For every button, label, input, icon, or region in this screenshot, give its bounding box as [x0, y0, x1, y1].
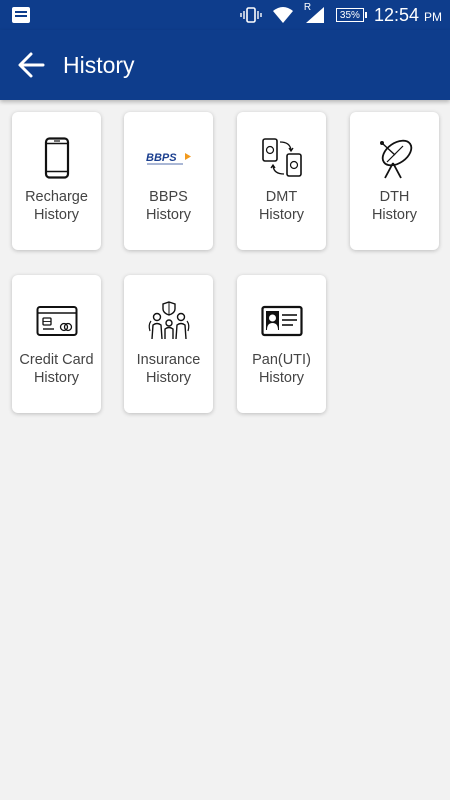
tile-recharge-history[interactable]: Recharge History	[12, 112, 101, 250]
tile-label-line2: History	[33, 370, 80, 386]
roaming-indicator: R	[303, 2, 312, 13]
tile-label-line2: History	[371, 207, 418, 223]
tile-label-line1: BBPS	[149, 189, 188, 205]
battery-level: 35%	[339, 9, 360, 21]
tile-label-line2: History	[258, 370, 305, 386]
back-arrow-icon[interactable]	[17, 51, 45, 79]
mobile-phone-icon	[44, 137, 69, 179]
id-card-icon	[260, 305, 303, 337]
clock-time: 12:54	[373, 4, 419, 25]
tile-label-line2: History	[145, 370, 192, 386]
tile-label-line1: Insurance	[136, 352, 201, 368]
vibrate-icon	[240, 7, 262, 23]
battery-indicator: 35%	[335, 8, 367, 22]
tile-pan-uti-history[interactable]: Pan(UTI) History	[237, 275, 326, 413]
app-bar: History	[0, 30, 450, 100]
credit-card-icon	[36, 306, 77, 336]
tile-insurance-history[interactable]: Insurance History	[124, 275, 213, 413]
notification-icon	[12, 7, 30, 23]
family-insurance-icon	[148, 301, 189, 340]
tile-label: Recharge History	[12, 188, 101, 224]
bbps-logo-text: BBPS	[146, 152, 177, 164]
tile-label-line1: DMT	[265, 189, 298, 205]
tile-dth-history[interactable]: DTH History	[350, 112, 439, 250]
tile-label: Credit Card History	[12, 351, 101, 387]
tile-label: Pan(UTI) History	[237, 351, 326, 387]
tile-label-line2: History	[258, 207, 305, 223]
tile-label-line1: DTH	[379, 189, 410, 205]
tile-label: BBPS History	[124, 188, 213, 224]
satellite-dish-icon	[379, 139, 412, 179]
signal-icon: R	[304, 2, 326, 24]
page-title: History	[63, 51, 135, 78]
tile-label-line2: History	[145, 207, 192, 223]
money-transfer-icon	[261, 138, 302, 177]
tile-dmt-history[interactable]: DMT History	[237, 112, 326, 250]
tile-bbps-history[interactable]: BBPS BBPS History	[124, 112, 213, 250]
tile-label-line1: Pan(UTI)	[252, 352, 311, 368]
tile-label: Insurance History	[124, 351, 213, 387]
tile-label: DMT History	[237, 188, 326, 224]
tile-label-line2: History	[33, 207, 80, 223]
tile-label-line1: Recharge	[25, 189, 88, 205]
tile-label: DTH History	[350, 188, 439, 224]
clock: 12:54 PM	[374, 5, 442, 26]
status-bar: R 35% 12:54 PM	[0, 0, 450, 30]
clock-suffix: PM	[424, 9, 442, 24]
bbps-logo-icon: BBPS	[146, 152, 191, 165]
tile-label-line1: Credit Card	[19, 352, 94, 368]
tile-credit-card-history[interactable]: Credit Card History	[12, 275, 101, 413]
wifi-icon	[272, 7, 293, 23]
